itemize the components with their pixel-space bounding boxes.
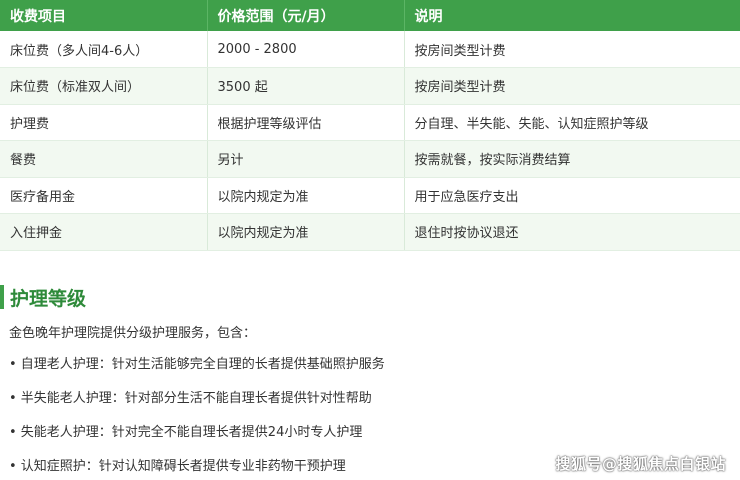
- cell-description: 按房间类型计费: [404, 67, 740, 105]
- care-level-list: • 自理老人护理：针对生活能够完全自理的长者提供基础照护服务 • 半失能老人护理…: [9, 355, 385, 480]
- fee-table: 收费项目 价格范围（元/月） 说明 床位费（多人间4-6人） 2000 - 28…: [0, 0, 740, 251]
- cell-fee-item: 餐费: [0, 140, 208, 178]
- list-item: • 半失能老人护理：针对部分生活不能自理长者提供针对性帮助: [9, 391, 372, 406]
- cell-fee-item: 医疗备用金: [0, 177, 208, 214]
- cell-description: 按需就餐，按实际消费结算: [404, 140, 740, 178]
- section-title: 护理等级: [10, 287, 87, 310]
- cell-fee-item: 床位费（多人间4-6人）: [0, 31, 208, 68]
- watermark: 搜狐号@搜狐焦点白银站: [555, 455, 726, 473]
- table-row: 床位费（标准双人间） 3500 起 按房间类型计费: [0, 67, 740, 105]
- list-item: • 认知症照护：针对认知障碍长者提供专业非药物干预护理: [9, 459, 346, 474]
- cell-price-range: 2000 - 2800: [207, 31, 405, 68]
- table-row: 护理费 根据护理等级评估 分自理、半失能、失能、认知症照护等级: [0, 104, 740, 141]
- table-row: 入住押金 以院内规定为准 退住时按协议退还: [0, 213, 740, 251]
- table-row: 医疗备用金 以院内规定为准 用于应急医疗支出: [0, 177, 740, 214]
- table-row: 床位费（多人间4-6人） 2000 - 2800 按房间类型计费: [0, 31, 740, 68]
- cell-price-range: 另计: [207, 140, 405, 178]
- cell-fee-item: 护理费: [0, 104, 208, 141]
- table-row: 餐费 另计 按需就餐，按实际消费结算: [0, 140, 740, 178]
- cell-price-range: 以院内规定为准: [207, 213, 405, 251]
- header-price-range: 价格范围（元/月）: [207, 0, 405, 31]
- cell-description: 退住时按协议退还: [404, 213, 740, 251]
- heading-accent-bar: [0, 285, 4, 309]
- cell-fee-item: 入住押金: [0, 213, 208, 251]
- header-fee-item: 收费项目: [0, 0, 208, 31]
- cell-price-range: 根据护理等级评估: [207, 104, 405, 141]
- cell-price-range: 以院内规定为准: [207, 177, 405, 214]
- section-heading: 护理等级: [0, 282, 86, 312]
- section-intro: 金色晚年护理院提供分级护理服务，包含：: [9, 326, 257, 341]
- list-item: • 自理老人护理：针对生活能够完全自理的长者提供基础照护服务: [9, 357, 385, 372]
- page: 收费项目 价格范围（元/月） 说明 床位费（多人间4-6人） 2000 - 28…: [0, 0, 740, 480]
- cell-fee-item: 床位费（标准双人间）: [0, 67, 208, 105]
- cell-description: 用于应急医疗支出: [404, 177, 740, 214]
- list-item: • 失能老人护理：针对完全不能自理长者提供24小时专人护理: [9, 425, 363, 440]
- cell-price-range: 3500 起: [207, 67, 405, 105]
- cell-description: 分自理、半失能、失能、认知症照护等级: [404, 104, 740, 141]
- cell-description: 按房间类型计费: [404, 31, 740, 68]
- header-description: 说明: [404, 0, 740, 31]
- fee-table-header-row: 收费项目 价格范围（元/月） 说明: [0, 0, 740, 31]
